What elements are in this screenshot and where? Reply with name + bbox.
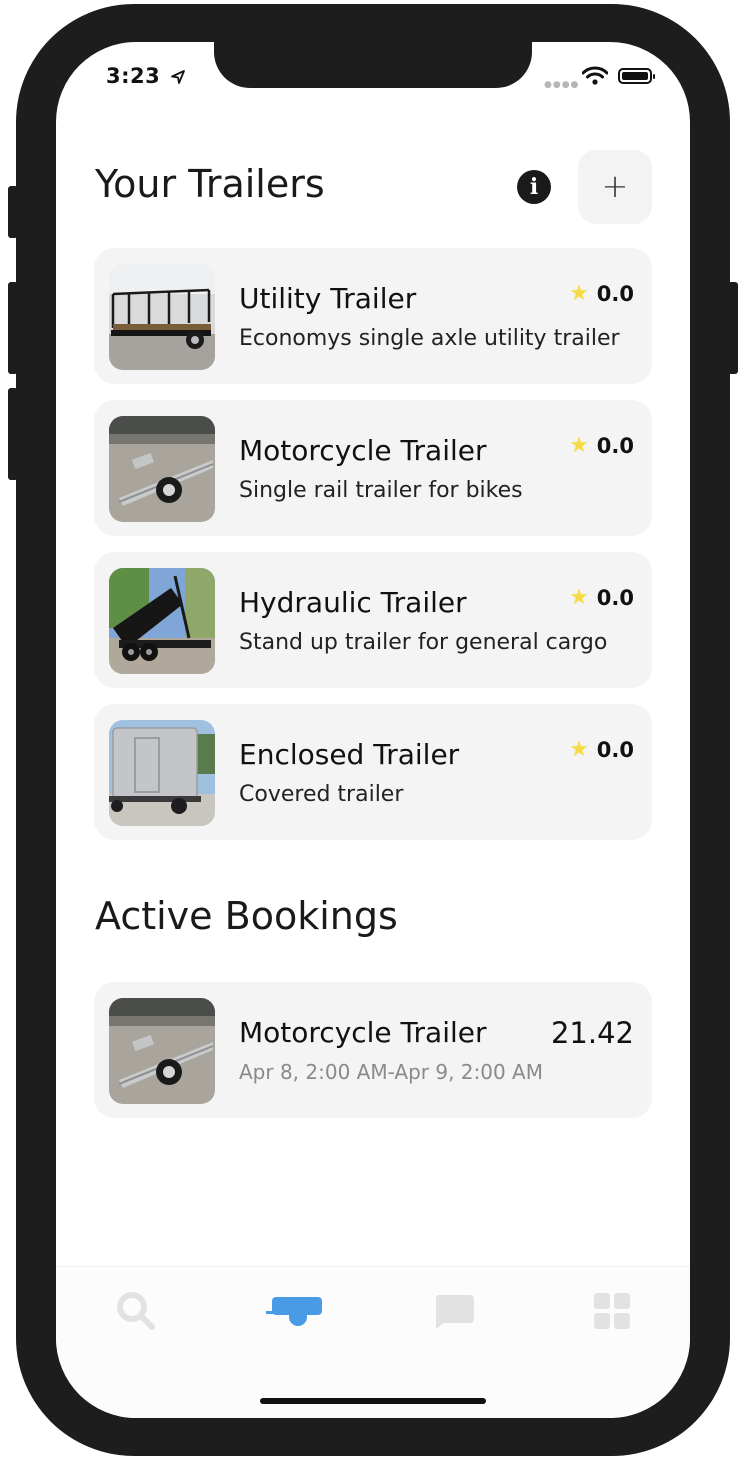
booking-dates: Apr 8, 2:00 AM-Apr 9, 2:00 AM bbox=[239, 1060, 543, 1084]
search-icon[interactable] bbox=[112, 1287, 160, 1335]
trailer-title: Hydraulic Trailer bbox=[239, 586, 467, 619]
trailer-title: Enclosed Trailer bbox=[239, 738, 460, 771]
trailer-card-motorcycle[interactable]: Motorcycle Trailer Single rail trailer f… bbox=[94, 400, 652, 536]
booking-thumbnail bbox=[109, 998, 215, 1104]
status-time: 3:23 bbox=[106, 64, 161, 88]
volume-up-button bbox=[8, 282, 18, 374]
volume-down-button bbox=[8, 388, 18, 480]
info-icon[interactable]: i bbox=[517, 170, 551, 204]
signal-icon: ●●●● bbox=[544, 80, 580, 90]
rating-value: 0.0 bbox=[596, 281, 634, 306]
booking-price: 21.42 bbox=[550, 1016, 634, 1050]
screen: 3:23 ●●●● Your Trailers i + Utility Trai… bbox=[56, 42, 690, 1418]
trailer-description: Covered trailer bbox=[239, 782, 404, 807]
mute-switch bbox=[8, 186, 18, 238]
notch bbox=[214, 42, 532, 88]
active-bookings-heading: Active Bookings bbox=[95, 894, 398, 938]
add-trailer-button[interactable]: + bbox=[578, 150, 652, 224]
booking-title: Motorcycle Trailer bbox=[239, 1016, 487, 1049]
tab-bar bbox=[56, 1266, 690, 1418]
grid-icon[interactable] bbox=[588, 1287, 636, 1335]
trailer-description: Economys single axle utility trailer bbox=[239, 326, 620, 351]
rating-value: 0.0 bbox=[596, 433, 634, 458]
trailer-card-enclosed[interactable]: Enclosed Trailer Covered trailer ★ 0.0 bbox=[94, 704, 652, 840]
star-icon: ★ bbox=[569, 737, 589, 762]
trailer-rating: ★ 0.0 bbox=[569, 585, 634, 610]
rating-value: 0.0 bbox=[596, 737, 634, 762]
trailer-thumbnail bbox=[109, 264, 215, 370]
trailer-thumbnail bbox=[109, 720, 215, 826]
star-icon: ★ bbox=[569, 585, 589, 610]
trailer-rating: ★ 0.0 bbox=[569, 281, 634, 306]
your-trailers-heading: Your Trailers bbox=[95, 162, 325, 206]
trailer-icon[interactable] bbox=[266, 1287, 324, 1335]
trailer-thumbnail bbox=[109, 416, 215, 522]
trailer-title: Utility Trailer bbox=[239, 282, 417, 315]
star-icon: ★ bbox=[569, 281, 589, 306]
trailer-description: Single rail trailer for bikes bbox=[239, 478, 523, 503]
trailer-thumbnail bbox=[109, 568, 215, 674]
wifi-icon bbox=[582, 66, 608, 85]
trailer-card-hydraulic[interactable]: Hydraulic Trailer Stand up trailer for g… bbox=[94, 552, 652, 688]
chat-icon[interactable] bbox=[430, 1287, 478, 1335]
star-icon: ★ bbox=[569, 433, 589, 458]
trailer-title: Motorcycle Trailer bbox=[239, 434, 487, 467]
location-arrow-icon bbox=[171, 70, 185, 84]
trailer-description: Stand up trailer for general cargo bbox=[239, 630, 608, 655]
trailer-rating: ★ 0.0 bbox=[569, 737, 634, 762]
rating-value: 0.0 bbox=[596, 585, 634, 610]
trailer-rating: ★ 0.0 bbox=[569, 433, 634, 458]
power-button bbox=[728, 282, 738, 374]
home-indicator bbox=[260, 1398, 486, 1404]
booking-card[interactable]: Motorcycle Trailer Apr 8, 2:00 AM-Apr 9,… bbox=[94, 982, 652, 1118]
battery-icon bbox=[618, 68, 655, 84]
trailer-card-utility[interactable]: Utility Trailer Economys single axle uti… bbox=[94, 248, 652, 384]
